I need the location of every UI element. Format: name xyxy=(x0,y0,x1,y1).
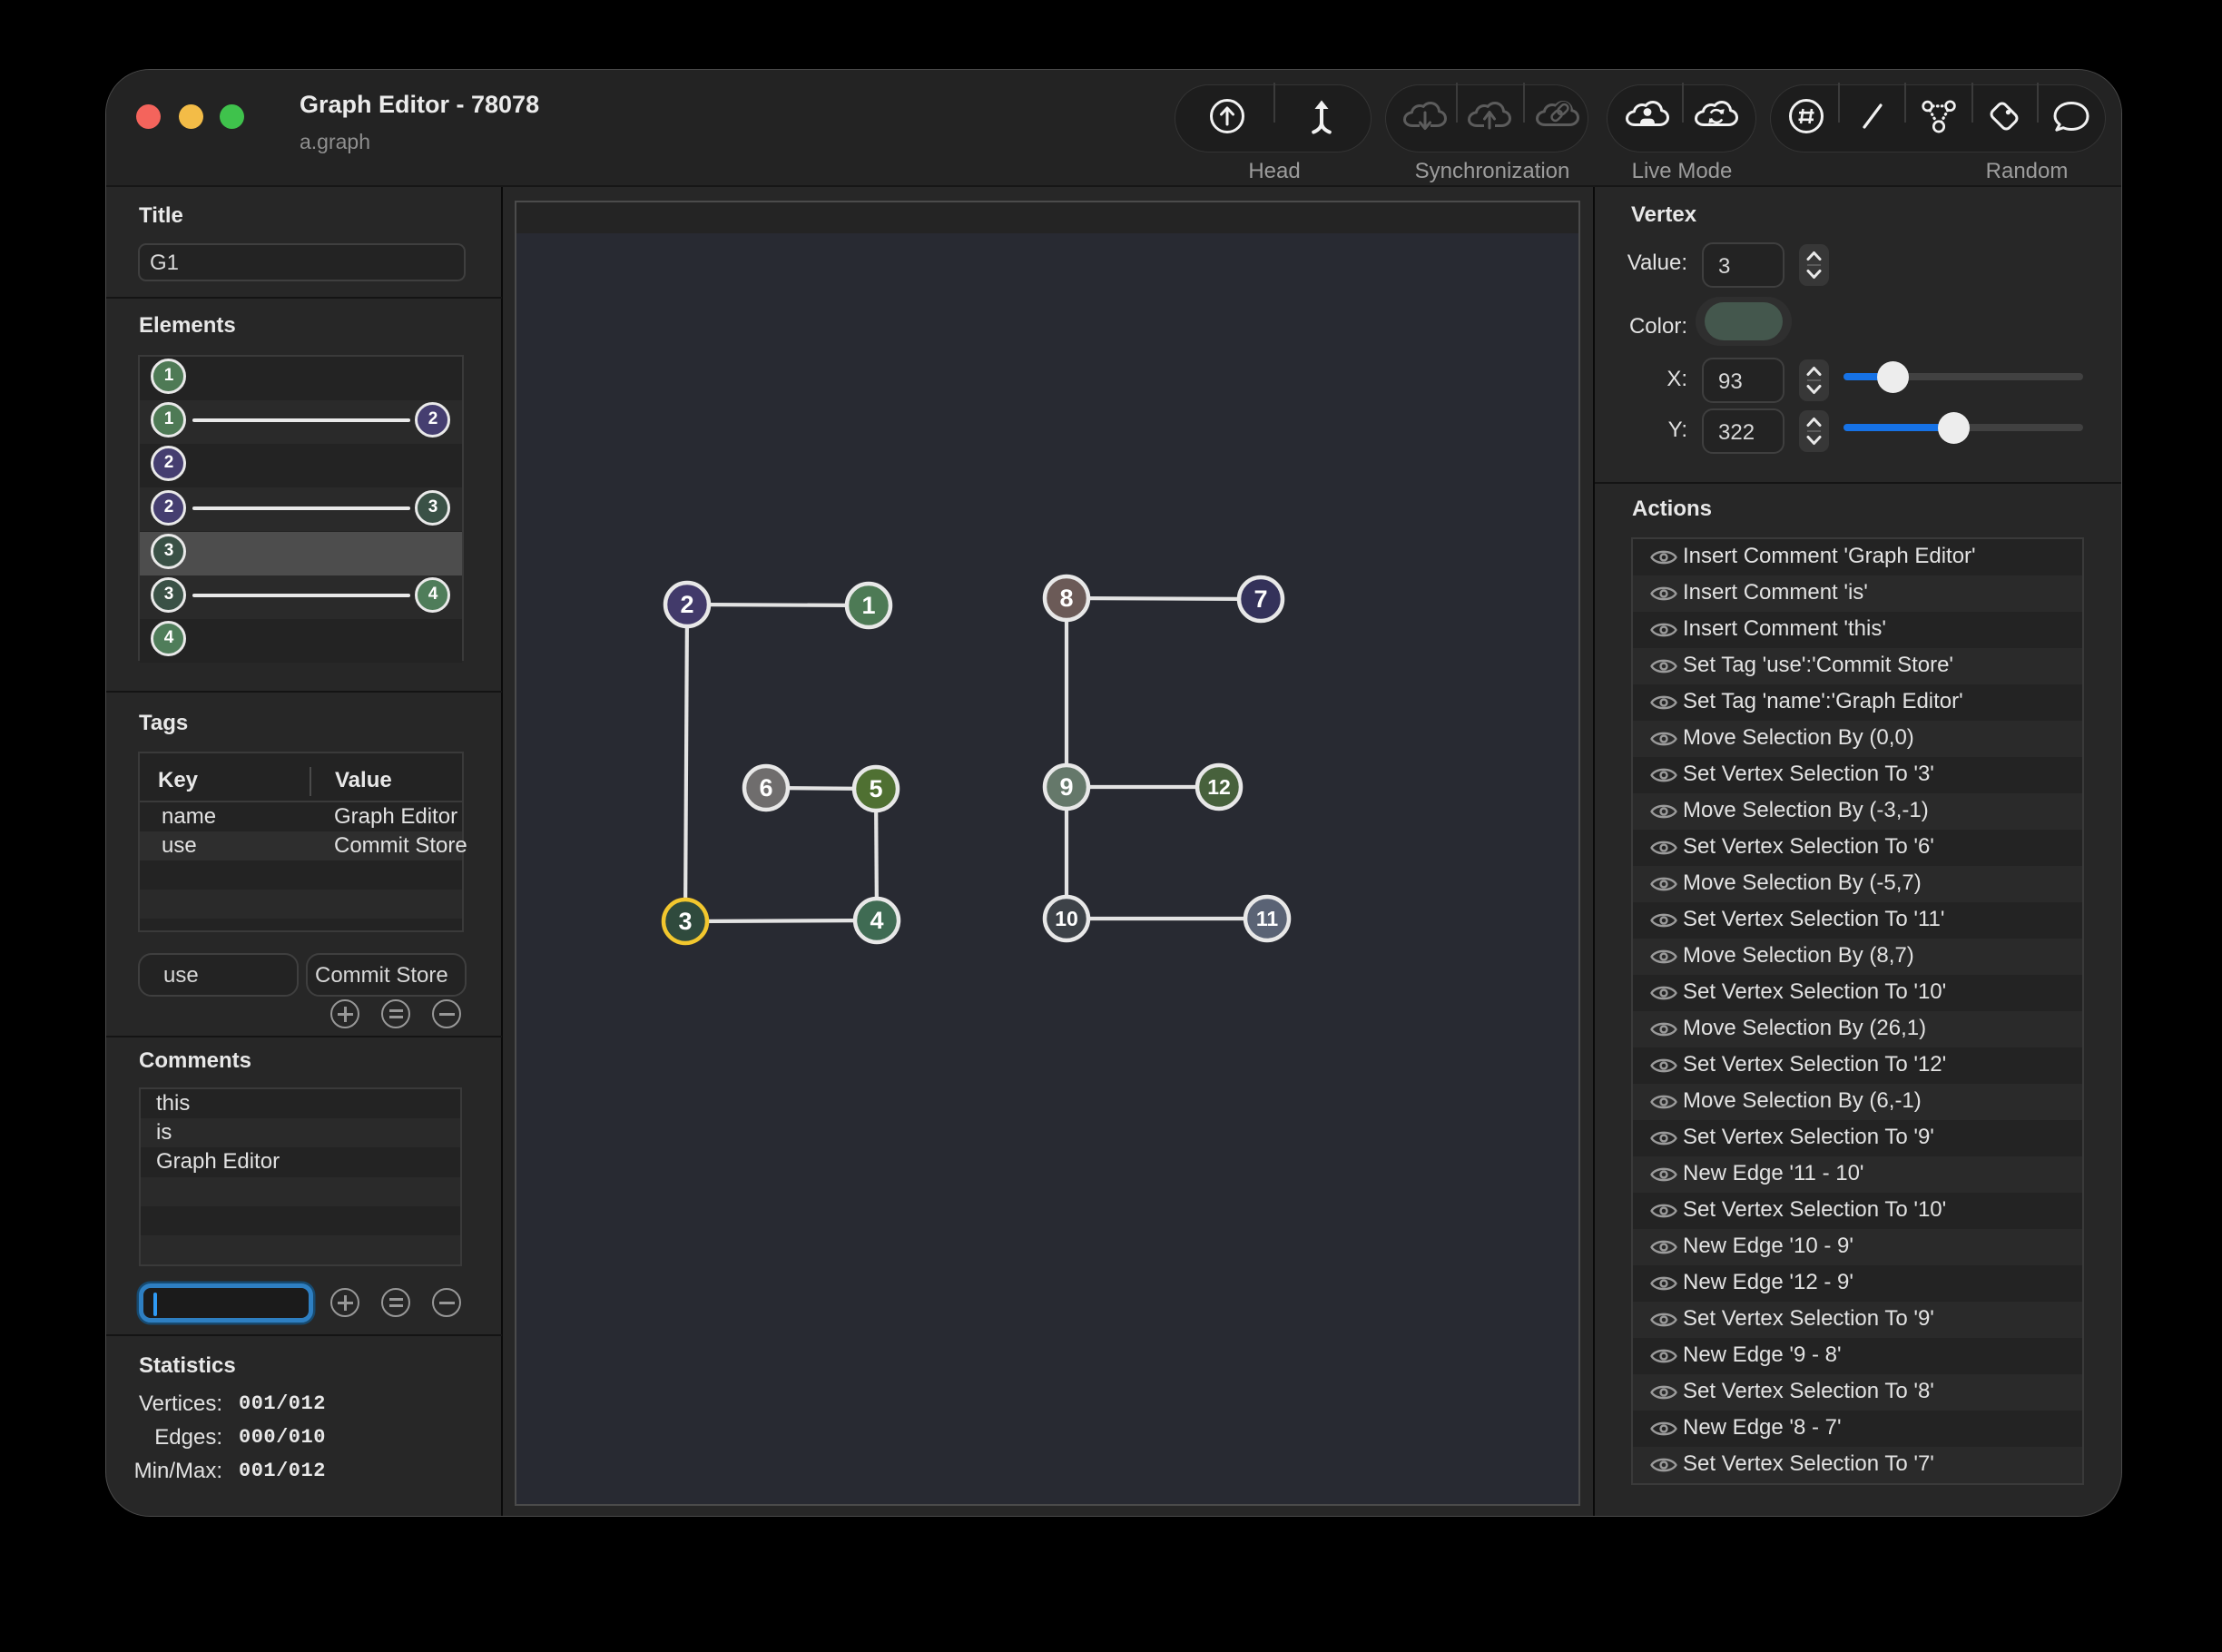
svg-text:6: 6 xyxy=(759,774,772,801)
svg-text:8: 8 xyxy=(1059,585,1073,612)
svg-text:9: 9 xyxy=(1059,773,1073,801)
svg-text:7: 7 xyxy=(1254,585,1267,613)
svg-text:10: 10 xyxy=(1055,907,1078,930)
svg-text:11: 11 xyxy=(1256,907,1279,930)
svg-text:1: 1 xyxy=(861,592,875,619)
svg-text:12: 12 xyxy=(1207,775,1231,799)
svg-text:4: 4 xyxy=(870,907,883,934)
svg-text:3: 3 xyxy=(678,908,692,935)
svg-text:5: 5 xyxy=(869,775,882,802)
svg-text:2: 2 xyxy=(680,591,693,618)
